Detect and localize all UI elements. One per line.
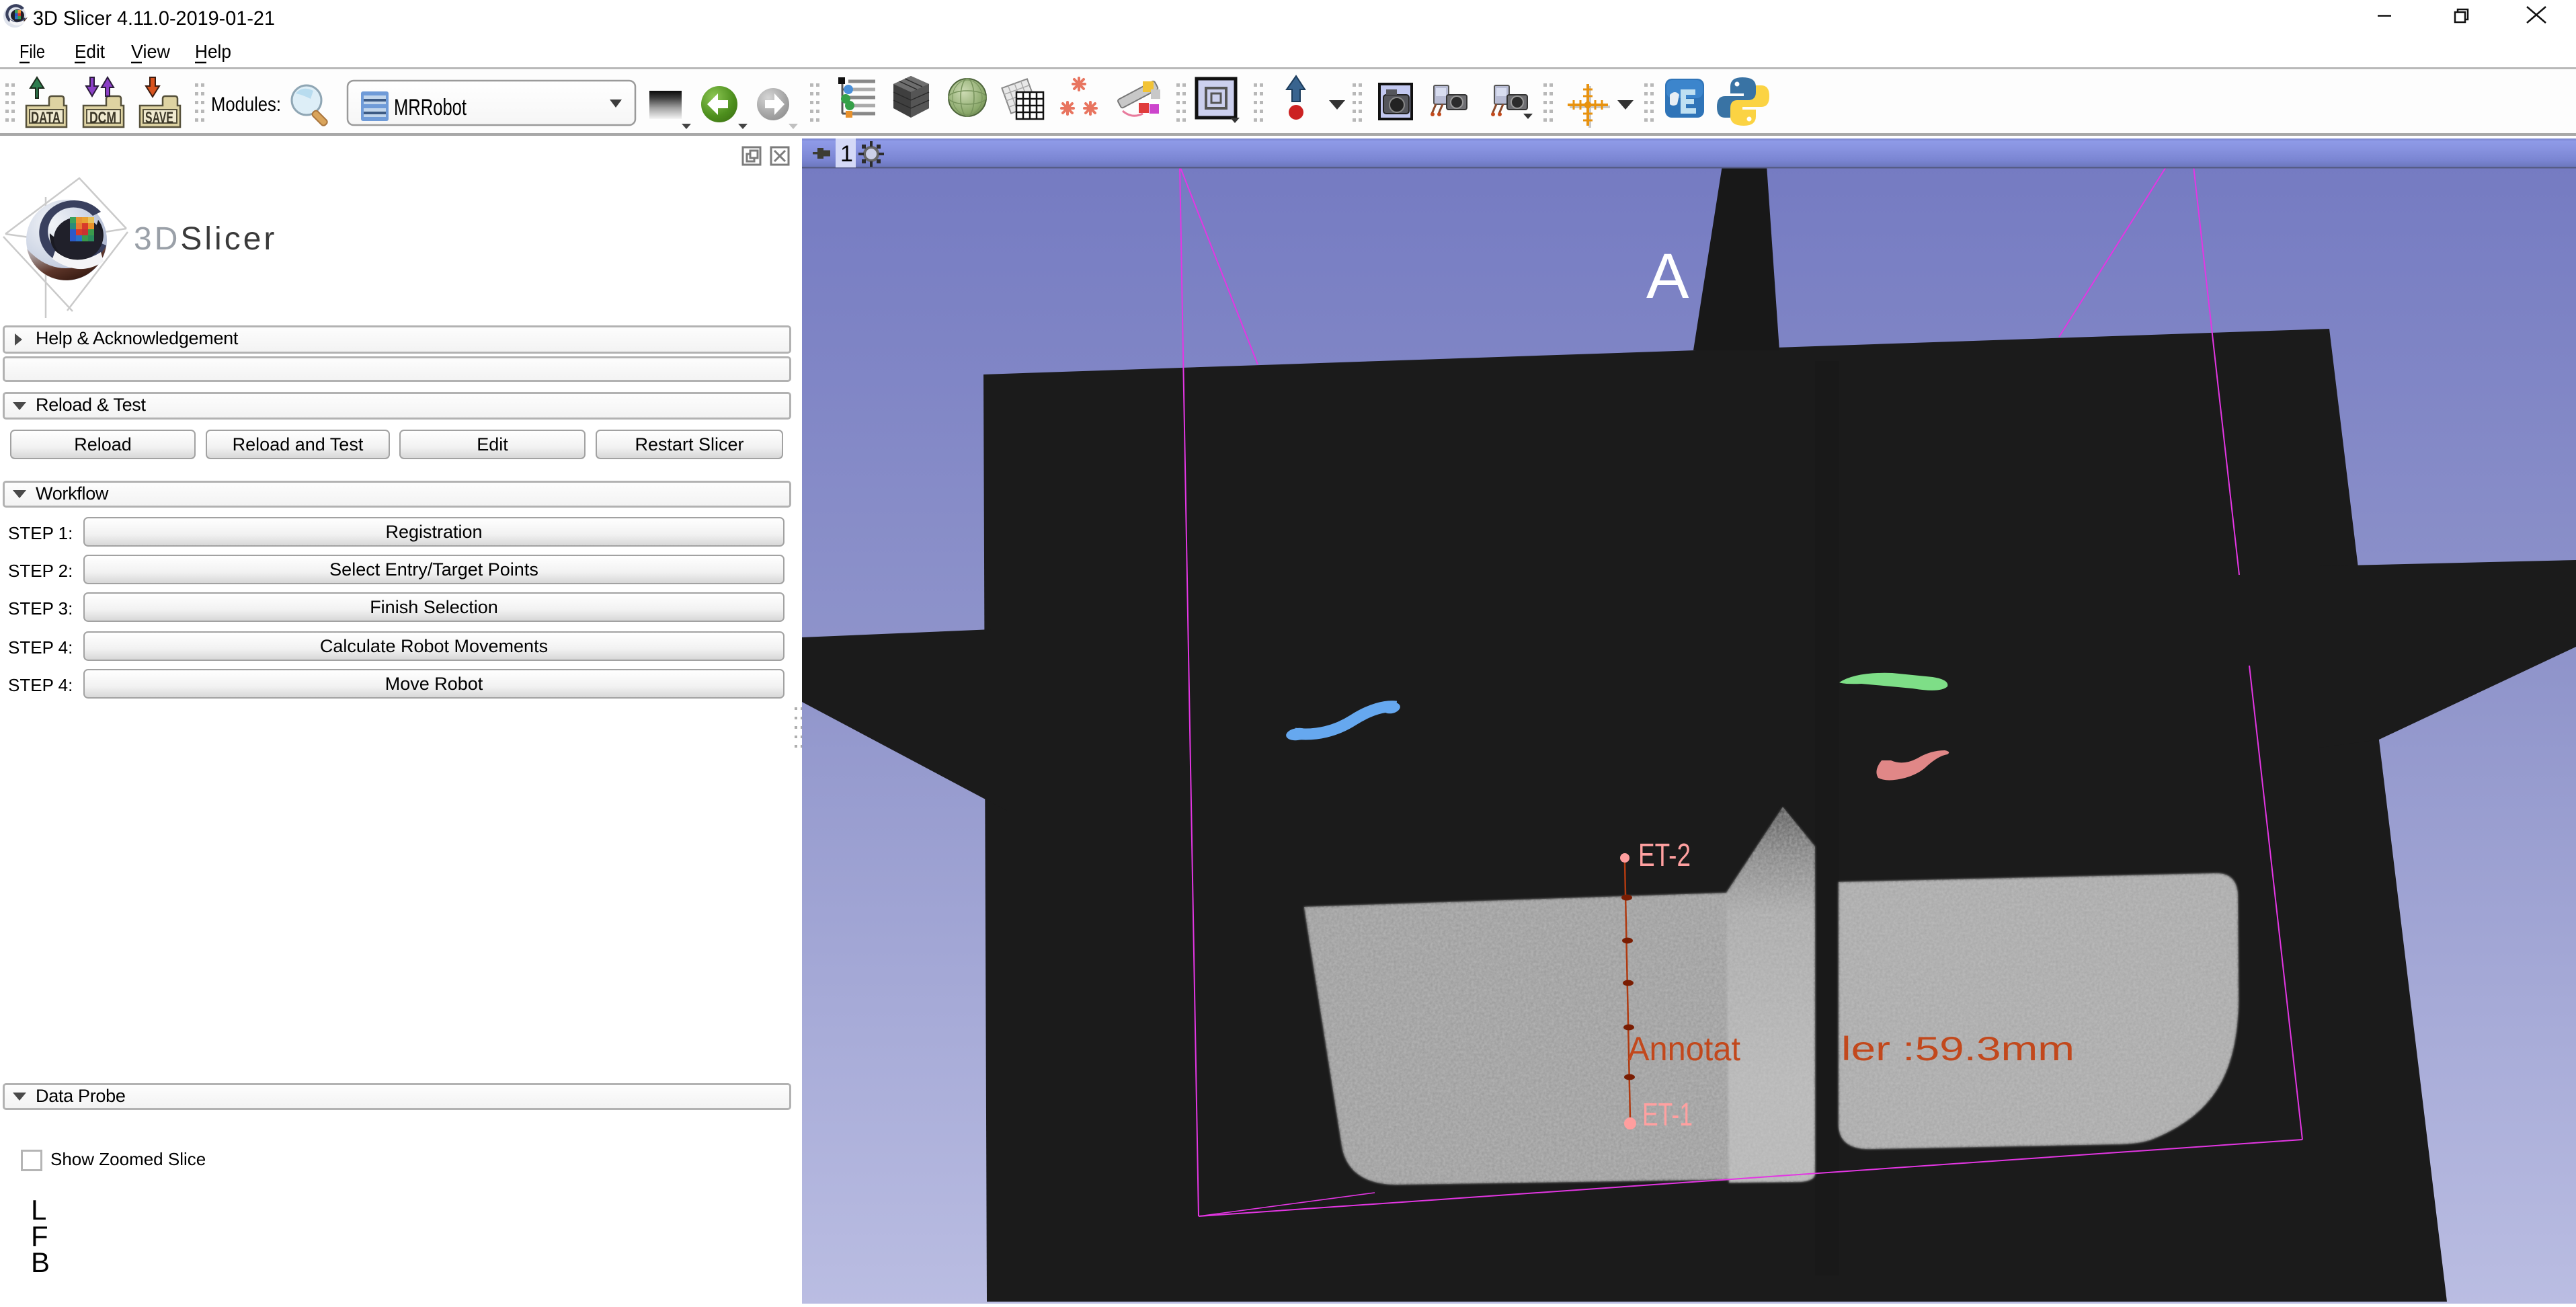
svg-text:Annotat: Annotat: [1627, 1030, 1740, 1068]
svg-text:MRRobot: MRRobot: [394, 95, 467, 120]
svg-text:ET-1: ET-1: [1642, 1097, 1693, 1133]
svg-text:Modules:: Modules:: [211, 93, 281, 116]
svg-text:DATA: DATA: [31, 109, 61, 127]
svg-text:1: 1: [840, 141, 853, 167]
svg-text:DCM: DCM: [89, 109, 116, 127]
svg-text:3DSlicer: 3DSlicer: [134, 221, 277, 257]
svg-text:A: A: [1646, 241, 1689, 312]
svg-text:View: View: [131, 41, 171, 62]
svg-text:ET-2: ET-2: [1638, 838, 1691, 873]
svg-text:ler :59.3mm: ler :59.3mm: [1841, 1030, 2075, 1068]
svg-text:Help: Help: [195, 41, 231, 62]
svg-text:SAVE: SAVE: [145, 109, 173, 127]
svg-text:File: File: [19, 41, 45, 62]
svg-text:3D Slicer 4.11.0-2019-01-21: 3D Slicer 4.11.0-2019-01-21: [33, 7, 275, 30]
svg-text:Edit: Edit: [75, 41, 105, 62]
